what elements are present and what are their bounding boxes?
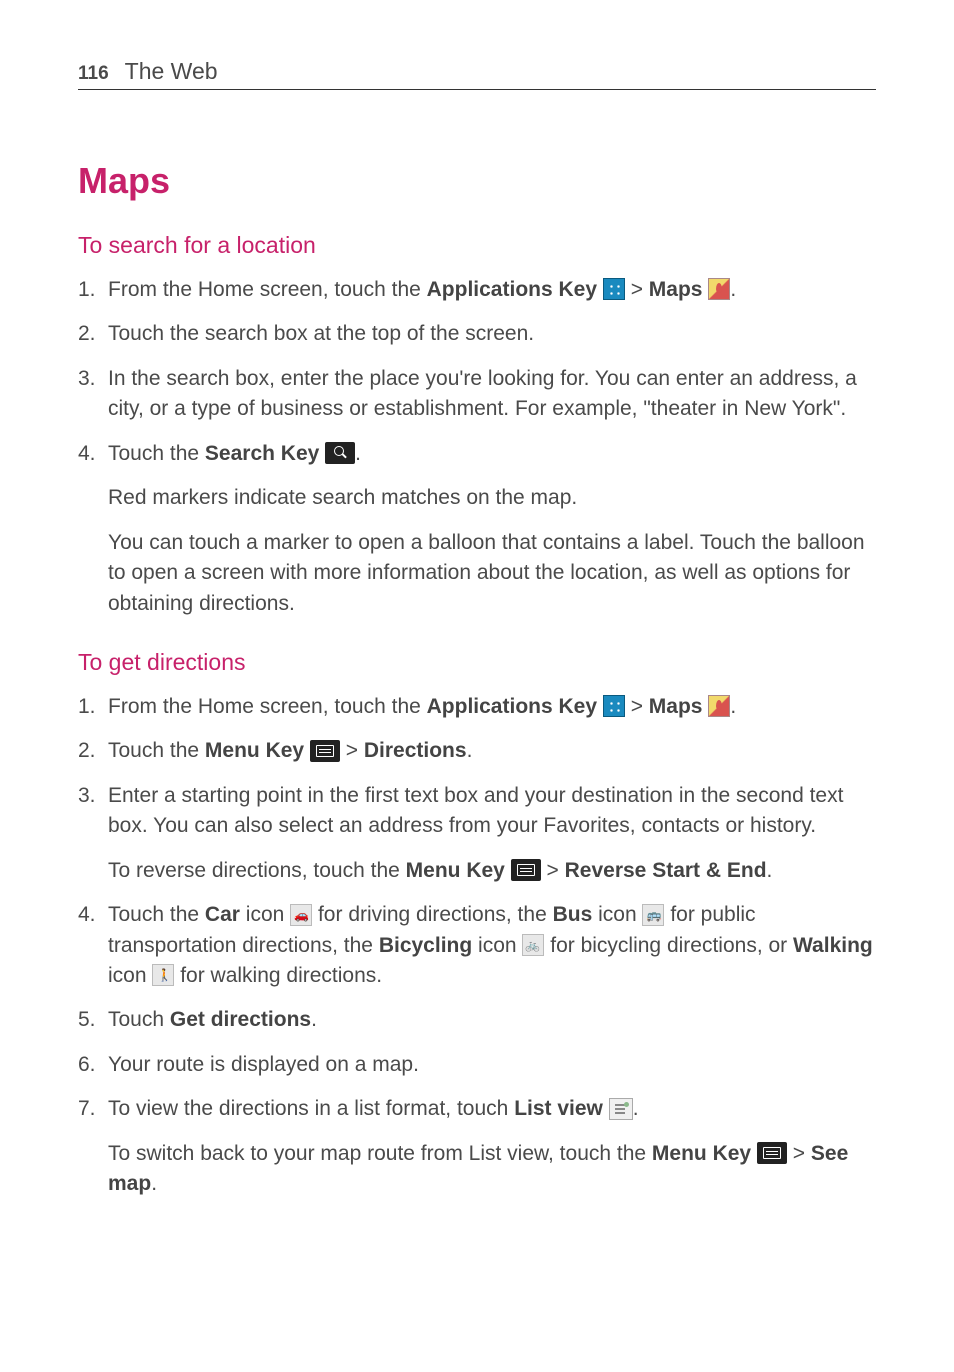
step-number: 7.	[78, 1094, 96, 1124]
bold-text: Directions	[364, 739, 467, 762]
step-text: From the Home screen, touch the	[108, 278, 427, 301]
step-5: 5. Touch Get directions.	[78, 1005, 876, 1035]
step-number: 6.	[78, 1050, 96, 1080]
maps-icon	[708, 278, 730, 300]
menu-key-icon	[310, 740, 340, 762]
step-text: .	[730, 278, 736, 301]
section-heading-search: To search for a location	[78, 232, 876, 259]
step-text: icon	[108, 964, 152, 987]
bold-text: Maps	[649, 278, 703, 301]
list-view-icon	[609, 1098, 633, 1120]
step-text: >	[340, 739, 364, 762]
para-text: .	[151, 1172, 157, 1195]
step-1: 1. From the Home screen, touch the Appli…	[78, 692, 876, 722]
step-2: 2. Touch the search box at the top of th…	[78, 319, 876, 349]
step-4: 4. Touch the Car icon for driving direct…	[78, 900, 876, 991]
step-text: for walking directions.	[174, 964, 382, 987]
step-text: for bicycling directions, or	[544, 934, 793, 957]
step-number: 1.	[78, 275, 96, 305]
page-header: 116 The Web	[78, 58, 876, 90]
step-number: 2.	[78, 736, 96, 766]
step-text: Touch the search box at the top of the s…	[108, 322, 534, 345]
section-heading-directions: To get directions	[78, 649, 876, 676]
bicycling-icon	[522, 934, 544, 956]
search-key-icon	[325, 442, 355, 464]
step-number: 3.	[78, 781, 96, 811]
step-4: 4. Touch the Search Key .	[78, 439, 876, 469]
bold-text: Walking	[793, 934, 873, 957]
bold-text: Menu Key	[406, 859, 505, 882]
bus-icon	[642, 904, 664, 926]
step-text: .	[355, 442, 361, 465]
para-text: .	[767, 859, 773, 882]
step-7: 7. To view the directions in a list form…	[78, 1094, 876, 1124]
bold-text: Get directions	[170, 1008, 311, 1031]
bold-text: List view	[514, 1097, 603, 1120]
bold-text: Menu Key	[205, 739, 304, 762]
paragraph: To reverse directions, touch the Menu Ke…	[78, 856, 876, 886]
step-text: for driving directions, the	[312, 903, 552, 926]
step-1: 1. From the Home screen, touch the Appli…	[78, 275, 876, 305]
step-text: >	[625, 278, 649, 301]
bold-text: Bicycling	[379, 934, 472, 957]
bold-text: Applications Key	[427, 695, 597, 718]
step-number: 4.	[78, 900, 96, 930]
step-text: Touch the	[108, 903, 205, 926]
step-text: .	[730, 695, 736, 718]
step-text: icon	[592, 903, 642, 926]
step-text: Touch the	[108, 442, 205, 465]
bold-text: Search Key	[205, 442, 319, 465]
step-text: .	[633, 1097, 639, 1120]
page-title: Maps	[78, 160, 876, 202]
para-text: >	[787, 1142, 811, 1165]
step-3: 3. In the search box, enter the place yo…	[78, 364, 876, 425]
paragraph: To switch back to your map route from Li…	[78, 1139, 876, 1200]
step-text: From the Home screen, touch the	[108, 695, 427, 718]
step-6: 6. Your route is displayed on a map.	[78, 1050, 876, 1080]
step-text: To view the directions in a list format,…	[108, 1097, 514, 1120]
page-number: 116	[78, 63, 109, 85]
para-text: >	[541, 859, 565, 882]
step-text: .	[311, 1008, 317, 1031]
step-text: Enter a starting point in the first text…	[108, 784, 843, 837]
paragraph: Red markers indicate search matches on t…	[78, 483, 876, 513]
maps-icon	[708, 695, 730, 717]
step-text: Touch the	[108, 739, 205, 762]
step-number: 5.	[78, 1005, 96, 1035]
step-3: 3. Enter a starting point in the first t…	[78, 781, 876, 842]
header-title: The Web	[125, 58, 218, 85]
bold-text: Bus	[553, 903, 593, 926]
step-text: In the search box, enter the place you'r…	[108, 367, 857, 420]
para-text: To switch back to your map route from Li…	[108, 1142, 652, 1165]
bold-text: Applications Key	[427, 278, 597, 301]
step-number: 1.	[78, 692, 96, 722]
bold-text: Menu Key	[652, 1142, 751, 1165]
step-text: icon	[472, 934, 522, 957]
step-text: icon	[240, 903, 290, 926]
applications-key-icon	[603, 695, 625, 717]
para-text: To reverse directions, touch the	[108, 859, 406, 882]
walking-icon	[152, 964, 174, 986]
applications-key-icon	[603, 278, 625, 300]
step-text: .	[467, 739, 473, 762]
car-icon	[290, 904, 312, 926]
step-number: 3.	[78, 364, 96, 394]
menu-key-icon	[757, 1142, 787, 1164]
step-number: 4.	[78, 439, 96, 469]
bold-text: Reverse Start & End	[565, 859, 767, 882]
step-text: Touch	[108, 1008, 170, 1031]
bold-text: Maps	[649, 695, 703, 718]
paragraph: You can touch a marker to open a balloon…	[78, 528, 876, 619]
bold-text: Car	[205, 903, 240, 926]
menu-key-icon	[511, 859, 541, 881]
step-2: 2. Touch the Menu Key > Directions.	[78, 736, 876, 766]
step-text: Your route is displayed on a map.	[108, 1053, 419, 1076]
step-number: 2.	[78, 319, 96, 349]
step-text: >	[625, 695, 649, 718]
